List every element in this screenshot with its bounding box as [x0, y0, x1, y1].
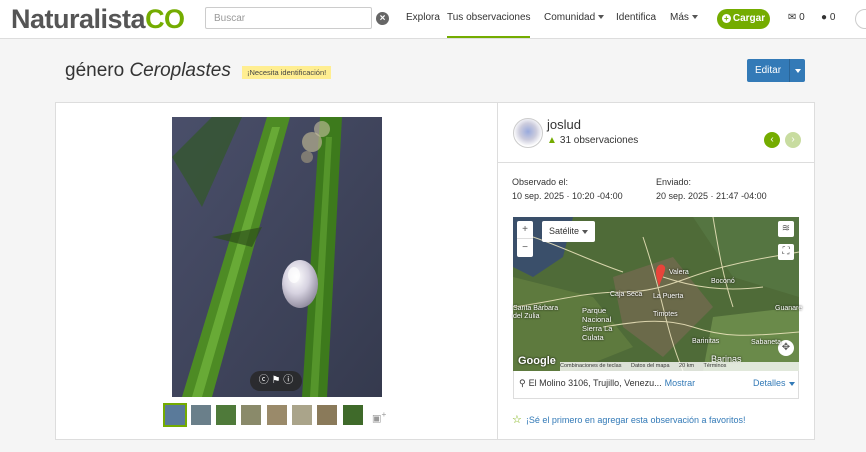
map-layer-button[interactable]: Satélite [542, 221, 595, 242]
photo-thumbnail[interactable] [317, 405, 337, 425]
photo-image [172, 117, 382, 397]
search-input[interactable] [205, 7, 372, 29]
photo-thumbnail[interactable] [343, 405, 363, 425]
flag-icon[interactable]: ⚑ [272, 375, 281, 386]
nav-identifica[interactable]: Identifica [616, 0, 656, 38]
page-title: género Ceroplastes [65, 60, 231, 81]
map-marker-icon: ⚲ [519, 378, 526, 388]
edit-button-group[interactable]: Editar [747, 59, 805, 82]
map-label: Boconó [711, 278, 735, 285]
map-label: La Puerta [653, 293, 684, 300]
google-logo: Google [518, 355, 556, 367]
keyboard-shortcuts-link[interactable]: Combinaciones de teclas [560, 363, 621, 369]
add-favorite-link[interactable]: ☆ ¡Sé el primero en agregar esta observac… [512, 413, 746, 426]
nav-tus-observaciones[interactable]: Tus observaciones [447, 0, 531, 38]
photo-thumbnail[interactable] [191, 405, 211, 425]
map-data-link[interactable]: Datos del mapa [631, 363, 670, 369]
chevron-down-icon [788, 381, 795, 386]
details-dropdown[interactable]: Detalles [753, 378, 795, 388]
star-icon: ☆ [512, 414, 522, 426]
next-observation-button[interactable]: › [785, 132, 801, 148]
chevron-left-icon: ‹ [770, 134, 774, 145]
quality-grade-badge: ¡Necesita identificación! [242, 66, 332, 79]
map-attribution: Combinaciones de teclas Datos del mapa 2… [560, 362, 799, 371]
notifications-button[interactable]: ● 0 [821, 12, 835, 23]
user-avatar[interactable] [513, 118, 543, 148]
chevron-down-icon [598, 15, 605, 20]
photo-thumbnail[interactable] [163, 403, 187, 427]
previous-observation-button[interactable]: ‹ [764, 132, 780, 148]
edit-button[interactable]: Editar [747, 59, 789, 82]
map-label: Sabaneta [751, 339, 781, 346]
chevron-down-icon [582, 229, 589, 234]
upload-button[interactable]: + Cargar [717, 9, 770, 29]
observation-photo[interactable] [172, 117, 382, 397]
layers-icon[interactable]: ≋ [778, 221, 794, 237]
divider [498, 162, 814, 163]
info-icon[interactable]: ⓘ [283, 375, 293, 386]
observed-date-value: 10 sep. 2025 · 10:20 -04:00 [512, 191, 623, 201]
map-zoom-control: + − [517, 221, 533, 257]
photo-thumbnail[interactable] [241, 405, 261, 425]
map-label: Guanare [775, 305, 803, 312]
submitted-date-value: 20 sep. 2025 · 21:47 -04:00 [656, 191, 767, 201]
map-scale: 20 km [679, 363, 695, 369]
photo-thumbnail[interactable] [292, 405, 312, 425]
zoom-in-button[interactable]: + [517, 221, 533, 239]
chat-bubble-icon: ● [821, 12, 828, 23]
chevron-right-icon: › [791, 134, 795, 145]
edit-dropdown-toggle[interactable] [789, 59, 805, 82]
add-photo-icon[interactable]: ▣+ [372, 409, 386, 424]
photo-thumbnail[interactable] [267, 405, 287, 425]
clear-search-icon[interactable]: × [376, 12, 389, 25]
user-observation-count[interactable]: ▲ 31 observaciones [547, 135, 638, 146]
terms-link[interactable]: Términos [703, 363, 726, 369]
fullscreen-icon[interactable]: ⛶ [778, 244, 794, 260]
zoom-out-button[interactable]: − [517, 239, 533, 257]
map-label: Parque Nacional Sierra La Culata [582, 306, 613, 342]
photo-thumbnail[interactable] [216, 405, 236, 425]
map-label: Caja Seca [610, 291, 643, 298]
plus-icon: + [721, 14, 731, 23]
panel-divider [497, 102, 498, 440]
creative-commons-icon[interactable]: ⓒ [259, 375, 269, 386]
nav-mas[interactable]: Más [670, 0, 698, 38]
nav-explora[interactable]: Explora [406, 0, 440, 38]
chevron-down-icon [691, 15, 698, 20]
binoculars-icon: ▲ [547, 135, 557, 146]
nav-comunidad[interactable]: Comunidad [544, 0, 605, 38]
observed-date-label: Observado el: [512, 177, 569, 187]
messages-button[interactable]: ✉ 0 [788, 12, 805, 23]
map-label: Valera [669, 269, 689, 276]
submitted-date-label: Enviado: [656, 177, 692, 187]
site-logo[interactable]: NaturalistaCO [11, 3, 185, 35]
map-label: Timotes [653, 311, 678, 318]
map-label: Santa Bárbara del Zulia [513, 305, 559, 320]
photo-tools: ⓒ ⚑ ⓘ [250, 371, 302, 391]
username[interactable]: joslud [547, 117, 581, 132]
map-label: Barinitas [692, 338, 720, 345]
envelope-icon: ✉ [788, 12, 797, 23]
show-more-link[interactable]: Mostrar [665, 378, 696, 388]
location-text: ⚲ El Molino 3106, Trujillo, Venezu... Most… [519, 378, 696, 388]
